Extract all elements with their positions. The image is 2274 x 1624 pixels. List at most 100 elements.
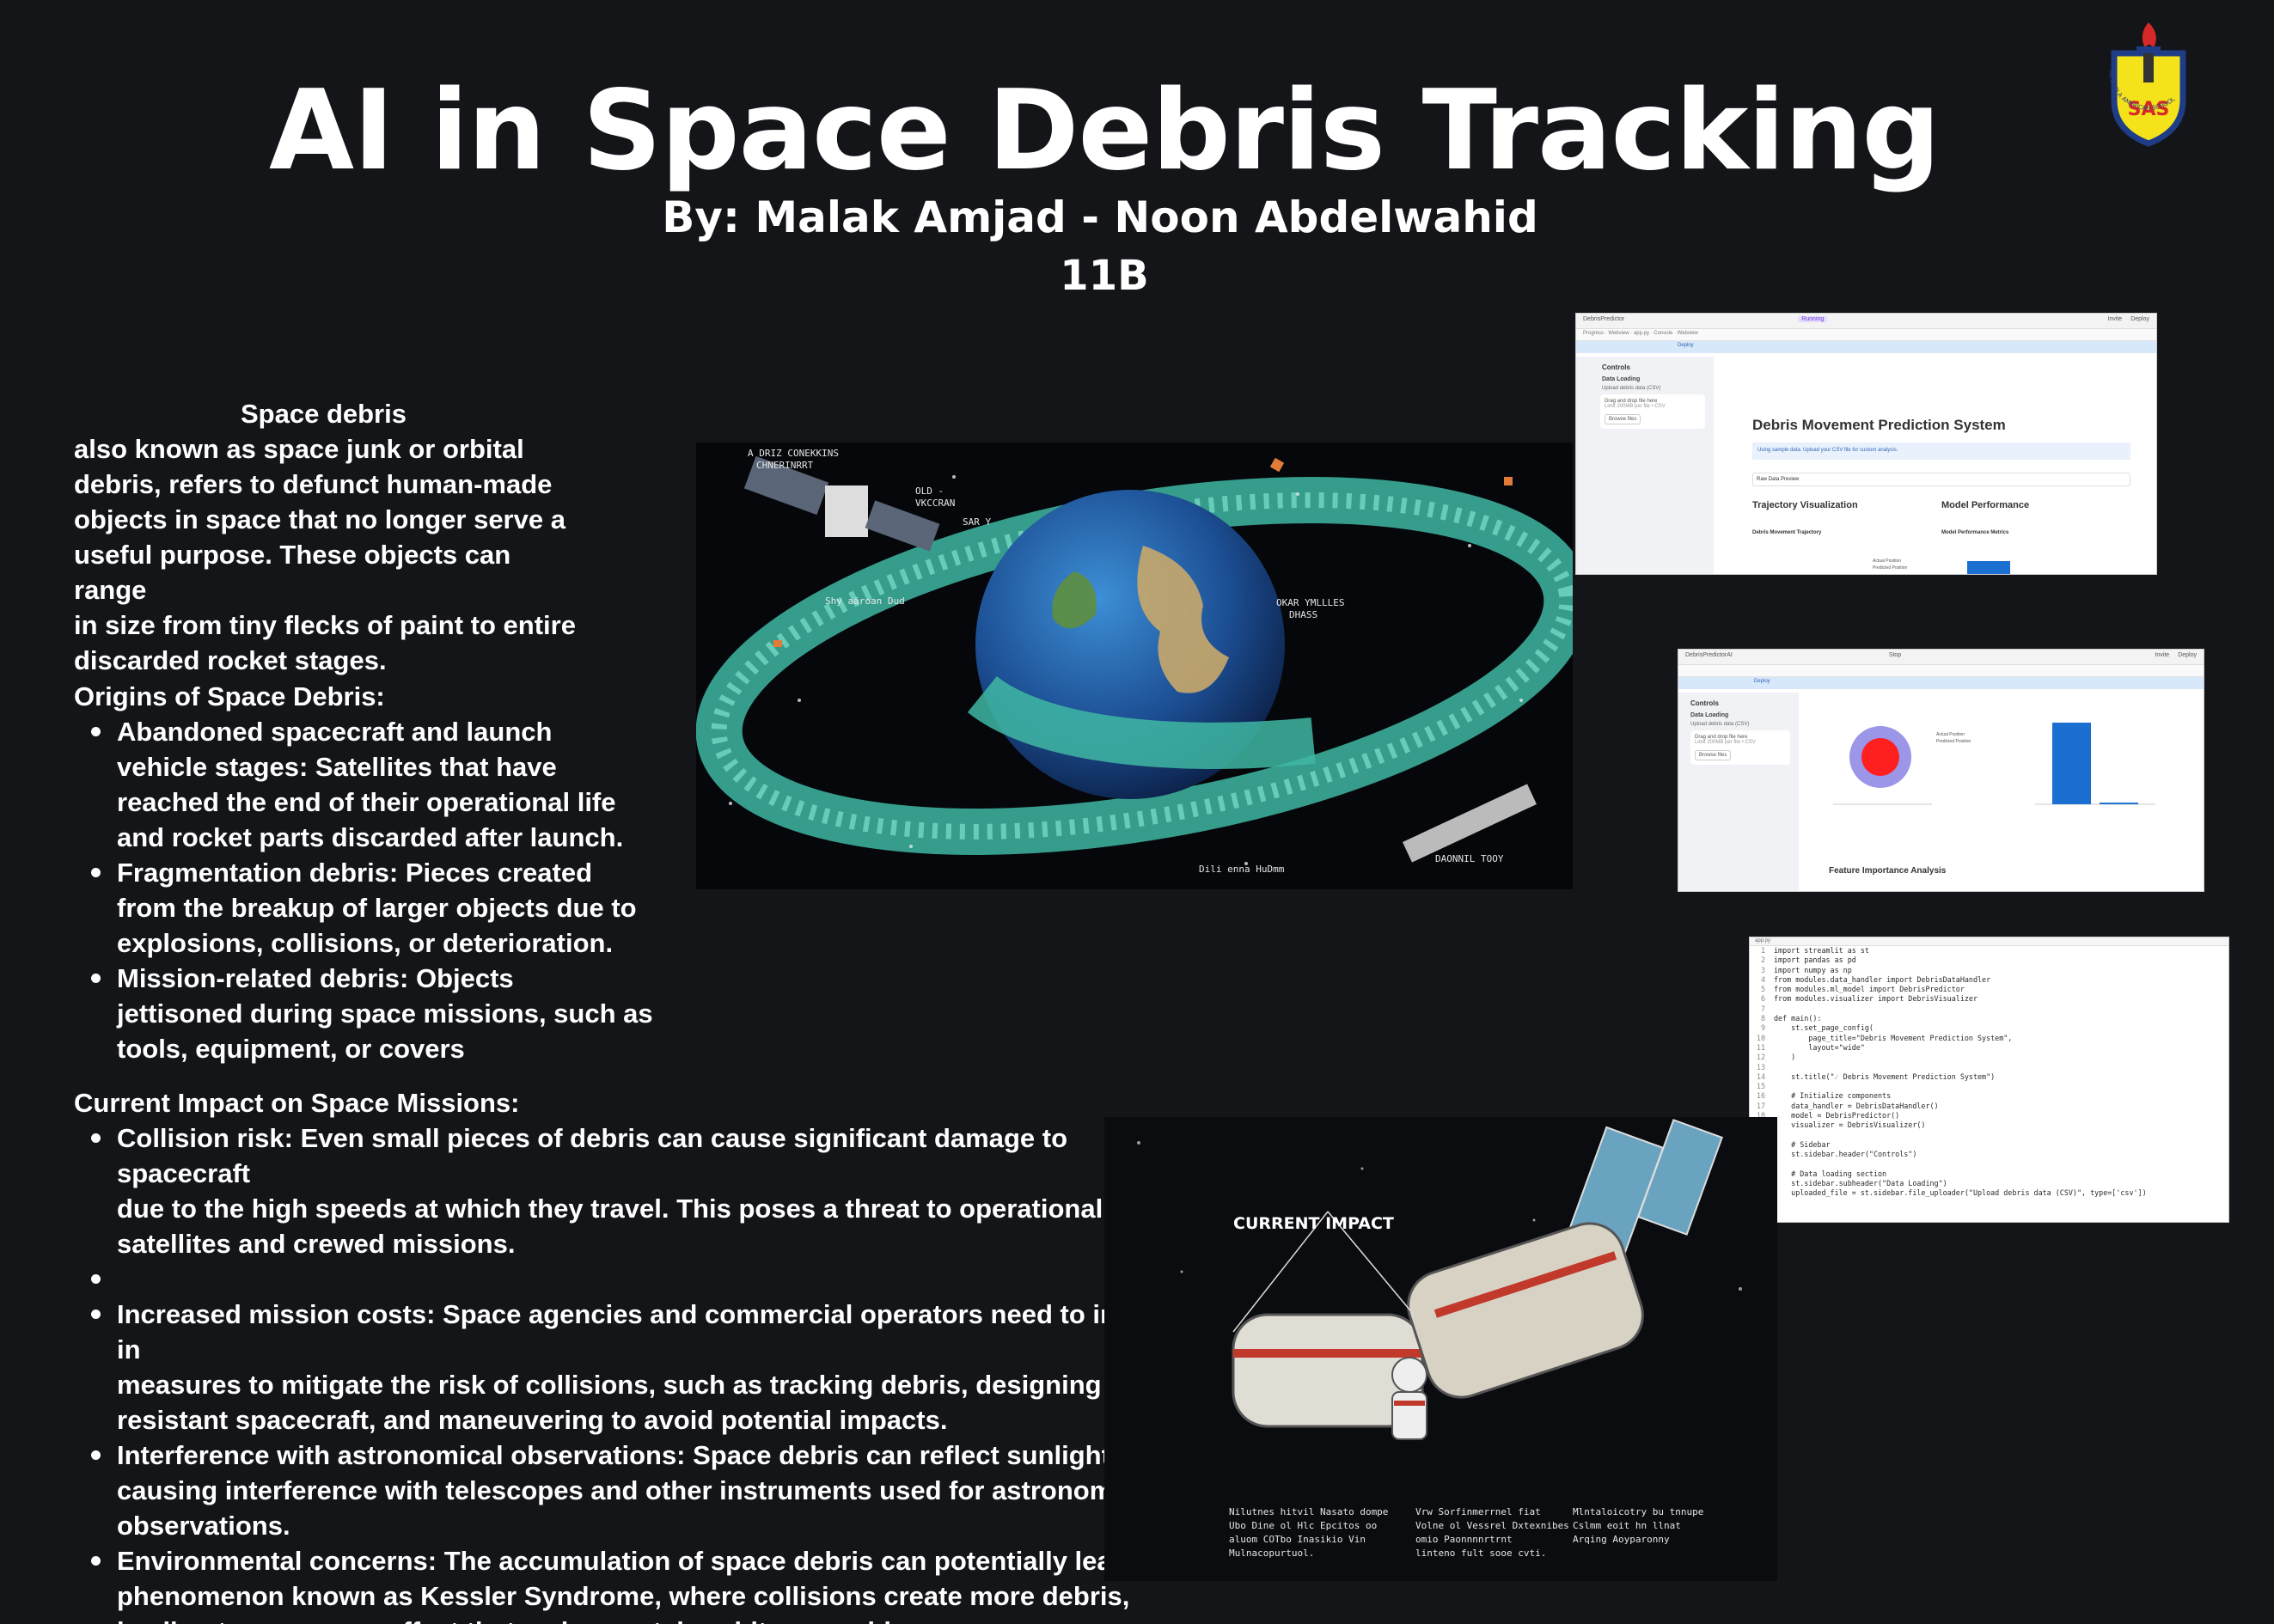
list-line: and rocket parts discarded after launch.	[117, 822, 624, 852]
nav-tab[interactable]: Console	[1654, 331, 1672, 336]
app-main-title: Debris Movement Prediction System	[1752, 417, 2006, 433]
caption-line: Cslmm eoit hn llnat	[1573, 1520, 1681, 1531]
code-line: 15	[1756, 1082, 1765, 1091]
deploy-link[interactable]: Deploy	[1678, 343, 1694, 348]
list-line: Fragmentation debris: Pieces created	[117, 858, 593, 888]
list-line: observations.	[117, 1511, 290, 1541]
list-item: Fragmentation debris: Pieces created fro…	[74, 855, 658, 961]
illustration-label: CHNERINRRT	[756, 460, 814, 471]
code-line: 20	[1750, 1131, 2228, 1140]
file-dropzone[interactable]: Drag and drop file here Limit 200MB per …	[1690, 730, 1790, 765]
astronaut-icon	[1391, 1357, 1427, 1440]
model-performance-heading: Model Performance	[1941, 500, 2030, 510]
browse-files-button[interactable]: Browse files	[1695, 750, 1732, 760]
nav-tab[interactable]: Progress	[1583, 331, 1604, 336]
code-line: 4 from modules.data_handler import Debris…	[1760, 974, 1991, 984]
trajectory-chart-title: Debris Movement Trajectory	[1752, 530, 1822, 535]
ide-tabbar	[1678, 665, 2204, 677]
code-editor-screenshot: app.py 1 import streamlit as st 2 import pa…	[1749, 937, 2229, 1223]
file-dropzone[interactable]: Drag and drop file here Limit 200MB per …	[1600, 394, 1705, 429]
ide-tabbar: Progress · Webview · app.py · Console · …	[1576, 329, 2156, 341]
preview-select[interactable]: Raw Data Preview	[1752, 473, 2130, 486]
illustration-label: Dili enna HuDmm	[1199, 864, 1285, 875]
legend-actual: Actual Position	[1936, 732, 1965, 737]
invite-action[interactable]: Invite	[2155, 652, 2169, 658]
illustration-label: A DRIZ CONEKKINS	[748, 448, 839, 459]
nav-tab[interactable]: Webview	[1678, 331, 1698, 336]
list-line: causing interference with telescopes and…	[117, 1475, 1158, 1505]
sidebar-heading: Controls	[1602, 363, 1630, 371]
impact-heading: Current Impact on Space Missions:	[74, 1088, 520, 1118]
list-line: phenomenon known as Kessler Syndrome, wh…	[117, 1581, 1130, 1611]
earth-debris-illustration: A DRIZ CONEKKINS CHNERINRRT OLD - VKCCRA…	[696, 443, 1573, 889]
list-line: Interference with astronomical observati…	[117, 1440, 1118, 1470]
list-line: vehicle stages: Satellites that have	[117, 752, 557, 782]
intro-line: debris, refers to defunct human-made	[74, 469, 553, 499]
sidebar-section: Data Loading	[1690, 712, 1729, 718]
list-line: resistant spacecraft, and maneuvering to…	[117, 1405, 948, 1435]
intro-line: discarded rocket stages.	[74, 645, 387, 675]
app-sidebar: Controls Data Loading Upload debris data…	[1576, 357, 1714, 574]
caption-line: Nilutnes hitvil Nasato dompe	[1229, 1506, 1389, 1517]
stop-badge[interactable]: Stop	[1889, 652, 1901, 658]
trajectory-scatter-plot	[1833, 726, 1932, 805]
bar-mark	[2100, 803, 2138, 804]
poster-class: 11B	[1060, 252, 1149, 300]
nav-tab[interactable]: app.py	[1634, 331, 1649, 336]
list-line: satellites and crewed missions.	[117, 1229, 516, 1259]
nav-tab[interactable]: Webview	[1608, 331, 1629, 336]
list-item: Environmental concerns: The accumulation…	[74, 1543, 1191, 1624]
illustration-label: OKAR YMLLLES	[1276, 597, 1345, 608]
metric-bar	[1967, 561, 2010, 574]
code-line: 1 import streamlit as st	[1760, 946, 1869, 955]
trajectory-heading: Trajectory Visualization	[1752, 500, 1858, 510]
caption-line: linteno fult sooe cvti.	[1415, 1548, 1547, 1559]
legend-predicted: Predicted Position	[1936, 739, 1971, 744]
performance-bar-chart	[2035, 723, 2155, 805]
list-line: due to the high speeds at which they tra…	[117, 1194, 1103, 1224]
list-line: measures to mitigate the risk of collisi…	[117, 1370, 1175, 1400]
caption-line: Arqing Aoyparonny	[1573, 1534, 1670, 1545]
code-line: 16 # Initialize components	[1756, 1091, 1892, 1101]
legend-actual: Actual Position	[1873, 559, 1902, 564]
list-line: Abandoned spacecraft and launch	[117, 717, 553, 747]
sidebar-heading: Controls	[1690, 699, 1719, 707]
code-line: 9 st.set_page_config(	[1760, 1023, 1874, 1033]
caption-line: aluom COTbo Inasikio Vin	[1229, 1534, 1366, 1545]
illustration-label: SAR Y	[963, 516, 992, 528]
caption-line: Volne ol Vessrel Dxtexnibes	[1415, 1520, 1569, 1531]
app-tab: DebrisPredictorAI	[1685, 652, 1733, 658]
code-line: 18 model = DebrisPredictor()	[1756, 1111, 1900, 1120]
deploy-banner: Deploy	[1678, 677, 2204, 689]
code-line: 14 st.title("☄ Debris Movement Predictio…	[1756, 1071, 1996, 1081]
deploy-action[interactable]: Deploy	[2178, 652, 2197, 658]
list-line: Collision risk: Even small pieces of deb…	[117, 1123, 1068, 1188]
code-line: 21 # Sidebar	[1757, 1139, 1831, 1149]
impact-label: CURRENT IMPACT	[1233, 1214, 1394, 1233]
illustration-label: VKCCRAN	[915, 498, 956, 509]
list-line: explosions, collisions, or deterioration…	[117, 928, 614, 958]
app-screenshot-prediction-system: DebrisPredictor Running Deploy Invite Pr…	[1575, 313, 2157, 575]
rocket-stage-icon	[1403, 784, 1537, 863]
intro-line: objects in space that no longer serve a	[74, 504, 565, 534]
deploy-link[interactable]: Deploy	[1754, 679, 1770, 684]
deploy-action[interactable]: Deploy	[2130, 316, 2149, 322]
list-item: Collision risk: Even small pieces of deb…	[74, 1120, 1191, 1261]
code-line: 11 layout="wide"	[1756, 1042, 1865, 1052]
info-message: Using sample data. Upload your CSV file …	[1752, 443, 2130, 460]
deploy-banner: Deploy	[1576, 341, 2156, 353]
impact-caption: Mlntaloicotry bu tnnupe Cslmm eoit hn ll…	[1573, 1505, 1703, 1547]
code-line: 10 page_title="Debris Movement Predictio…	[1756, 1033, 2013, 1042]
list-item-empty	[74, 1261, 1191, 1297]
caption-line: omio Paonnnnrtrnt	[1415, 1534, 1513, 1545]
caption-line: Vrw Sorfinmerrnel fiat	[1415, 1506, 1541, 1517]
code-line: 5 from modules.ml_model import DebrisPred…	[1760, 985, 1965, 994]
dropzone-limit: Limit 200MB per file • CSV	[1605, 404, 1666, 409]
running-badge: Running	[1798, 316, 1828, 322]
app-tab: DebrisPredictor	[1583, 316, 1625, 322]
code-line: 6 from modules.visualizer import DebrisVi…	[1760, 994, 1978, 1004]
upload-label: Upload debris data (CSV)	[1690, 722, 1750, 727]
illustration-label: DAONNIL TOOY	[1435, 853, 1504, 864]
invite-action[interactable]: Invite	[2107, 316, 2122, 322]
browse-files-button[interactable]: Browse files	[1605, 414, 1641, 424]
